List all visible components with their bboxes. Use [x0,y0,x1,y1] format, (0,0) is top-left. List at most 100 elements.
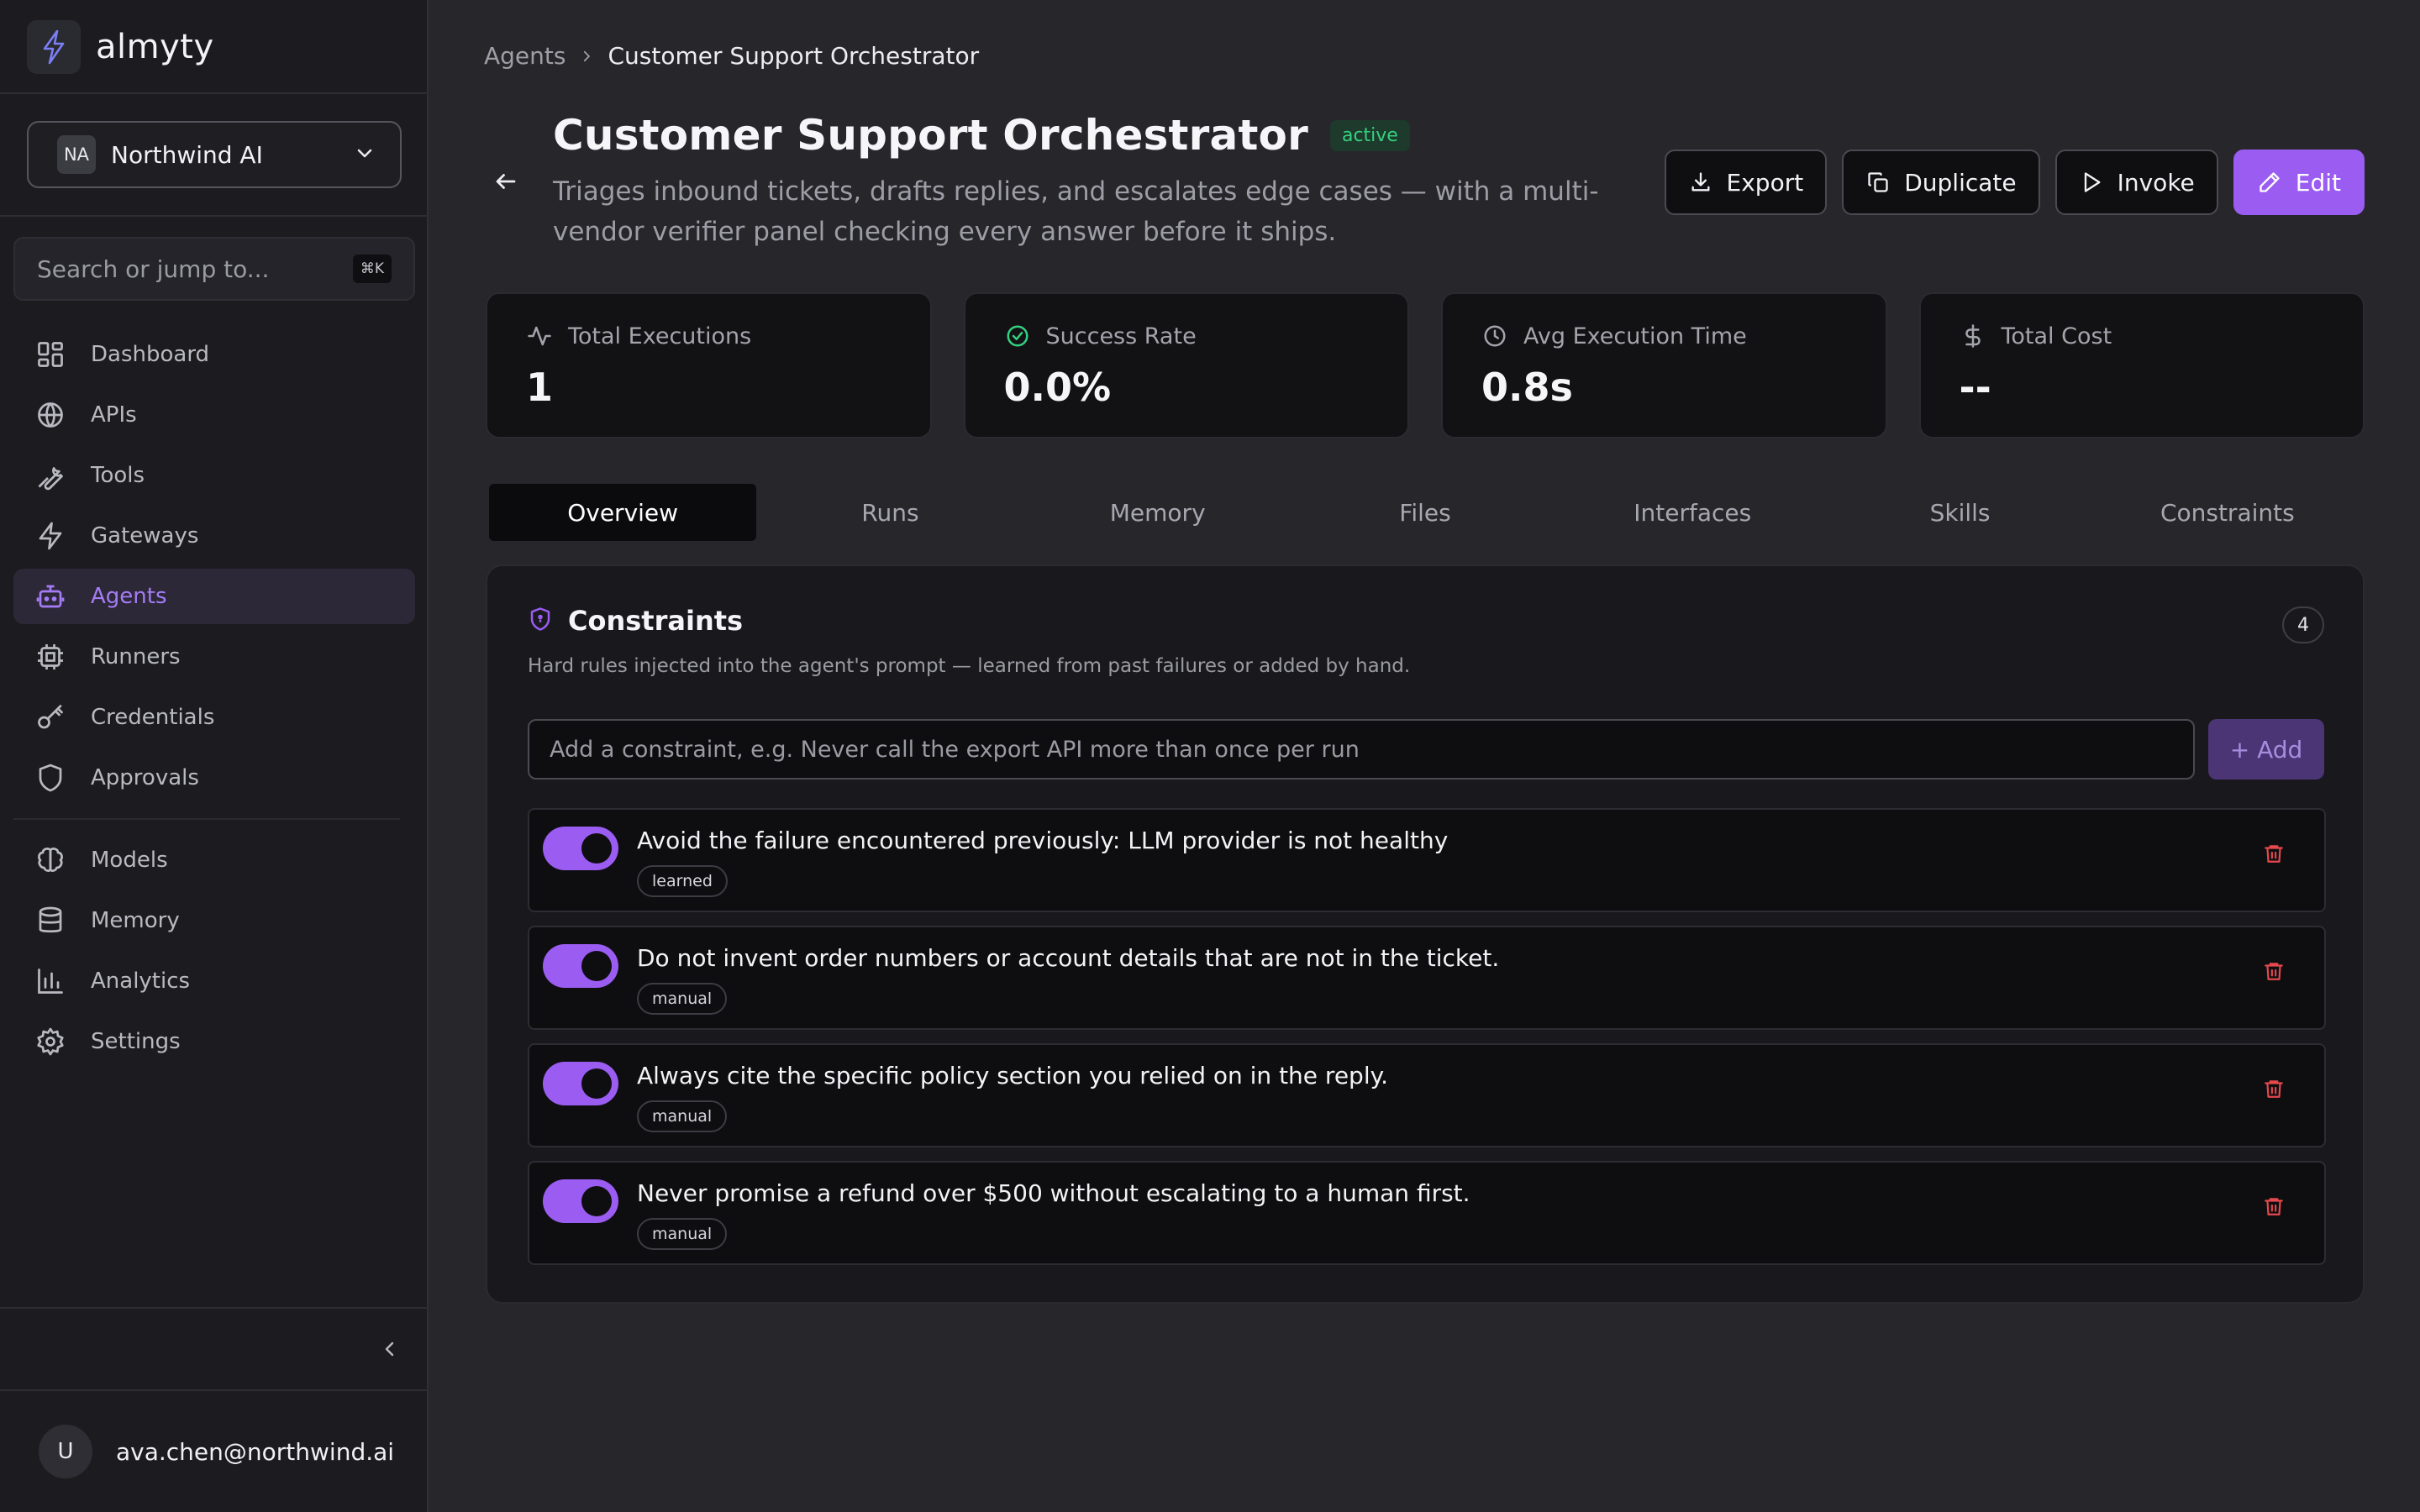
constraints-count-badge: 4 [2282,606,2324,643]
database-icon [34,904,67,937]
trash-icon[interactable] [2259,956,2289,986]
search-placeholder: Search or jump to... [37,255,270,283]
breadcrumb-agents-link[interactable]: Agents [484,42,566,70]
shield-icon [34,761,67,795]
constraint-toggle[interactable] [543,827,618,870]
constraint-toggle[interactable] [543,944,618,988]
chevron-right-icon [579,49,594,64]
stat-label: Total Executions [568,323,752,349]
nav-label: Runners [91,644,181,669]
nav-item-approvals[interactable]: Approvals [13,750,415,806]
sidebar-divider [0,1389,429,1391]
nav-label: Settings [91,1029,181,1054]
stat-label: Avg Execution Time [1523,323,1747,349]
tab-files[interactable]: Files [1292,484,1559,541]
chevron-left-icon [380,1339,400,1362]
nav-item-memory[interactable]: Memory [13,893,415,948]
constraint-tag: learned [637,865,728,897]
export-button[interactable]: Export [1664,150,1828,215]
nav-item-apis[interactable]: APIs [13,387,415,443]
nav-item-tools[interactable]: Tools [13,448,415,503]
invoke-button[interactable]: Invoke [2054,150,2218,215]
app-root: almyty NA Northwind AI Search or jump to… [0,0,2420,1512]
collapse-sidebar-button[interactable] [375,1336,405,1366]
stat-label: Success Rate [1045,323,1197,349]
chevron-down-icon [355,143,375,166]
user-menu[interactable]: U ava.chen@northwind.ai [39,1425,394,1478]
stat-value: 0.0% [1003,365,1112,410]
tab-runs[interactable]: Runs [756,484,1023,541]
gear-icon [34,1025,67,1058]
sidebar-divider [0,92,429,94]
pencil-icon [2257,170,2282,195]
grid-icon [34,338,67,371]
nav-item-agents[interactable]: Agents [13,569,415,624]
status-badge: active [1329,119,1410,151]
stat-card-avg-execution-time: Avg Execution Time 0.8s [1441,292,1887,438]
duplicate-button[interactable]: Duplicate [1842,150,2040,215]
page-header: Customer Support Orchestrator active [553,111,1410,160]
avatar: U [39,1425,92,1478]
org-name: Northwind AI [111,140,263,169]
stat-value: -- [1959,365,1991,410]
breadcrumb: Agents Customer Support Orchestrator [484,42,979,70]
stat-card-success-rate: Success Rate 0.0% [963,292,1409,438]
nav-item-analytics[interactable]: Analytics [13,953,415,1009]
shield-icon [528,606,553,635]
user-email: ava.chen@northwind.ai [116,1437,395,1466]
add-constraint-button[interactable]: + Add [2208,719,2324,780]
panel-title: Constraints [568,605,744,637]
constraint-input[interactable] [528,719,2195,780]
chip-icon [34,640,67,674]
nav-item-gateways[interactable]: Gateways [13,508,415,564]
constraint-toggle[interactable] [543,1179,618,1223]
shortcut-badge: ⌘K [352,255,392,283]
search-bar[interactable]: Search or jump to... ⌘K [13,237,415,301]
back-button[interactable] [491,168,521,198]
agent-description: Triages inbound tickets, drafts replies,… [553,176,1599,247]
constraint-text: Do not invent order numbers or account d… [637,944,1500,972]
check-circle-icon [1004,323,1031,349]
org-avatar: NA [57,135,96,174]
nav-label: Gateways [91,523,199,549]
constraint-toggle[interactable] [543,1062,618,1105]
trash-icon[interactable] [2259,1074,2289,1104]
bot-icon [34,580,67,613]
brand-name: almyty [96,28,214,66]
trash-icon[interactable] [2259,838,2289,869]
org-switcher[interactable]: NA Northwind AI [27,121,402,188]
nav-label: Memory [91,908,180,933]
tab-memory[interactable]: Memory [1024,484,1292,541]
nav-item-runners[interactable]: Runners [13,629,415,685]
constraint-tag: manual [637,983,728,1015]
tab-constraints[interactable]: Constraints [2094,484,2361,541]
nav-item-models[interactable]: Models [13,832,415,888]
nav-item-credentials[interactable]: Credentials [13,690,415,745]
arrow-left-icon [493,169,518,197]
stat-label: Total Cost [2001,323,2112,349]
nav-label: Tools [91,463,145,488]
sidebar: almyty NA Northwind AI Search or jump to… [0,0,429,1512]
play-icon [2079,170,2104,195]
nav-item-dashboard[interactable]: Dashboard [13,327,415,382]
tab-overview[interactable]: Overview [489,484,757,541]
panel-subtitle: Hard rules injected into the agent's pro… [528,655,1411,677]
bar-chart-icon [34,964,67,998]
stat-card-total-cost: Total Cost -- [1918,292,2365,438]
edit-button[interactable]: Edit [2233,150,2365,215]
tab-skills[interactable]: Skills [1826,484,2093,541]
nav-item-settings[interactable]: Settings [13,1014,415,1069]
constraint-tag: manual [637,1100,728,1132]
stat-card-total-executions: Total Executions 1 [486,292,932,438]
edit-label: Edit [2295,168,2341,197]
stat-value: 1 [526,365,554,410]
tab-interfaces[interactable]: Interfaces [1559,484,1826,541]
nav-label: Dashboard [91,342,210,367]
bolt-icon [34,519,67,553]
constraint-row: Always cite the specific policy section … [528,1043,2326,1147]
nav-label: Analytics [91,969,191,994]
brand[interactable]: almyty [27,18,214,76]
constraint-row: Never promise a refund over $500 without… [528,1161,2326,1265]
bolt-logo-icon [27,20,81,74]
trash-icon[interactable] [2259,1191,2289,1221]
